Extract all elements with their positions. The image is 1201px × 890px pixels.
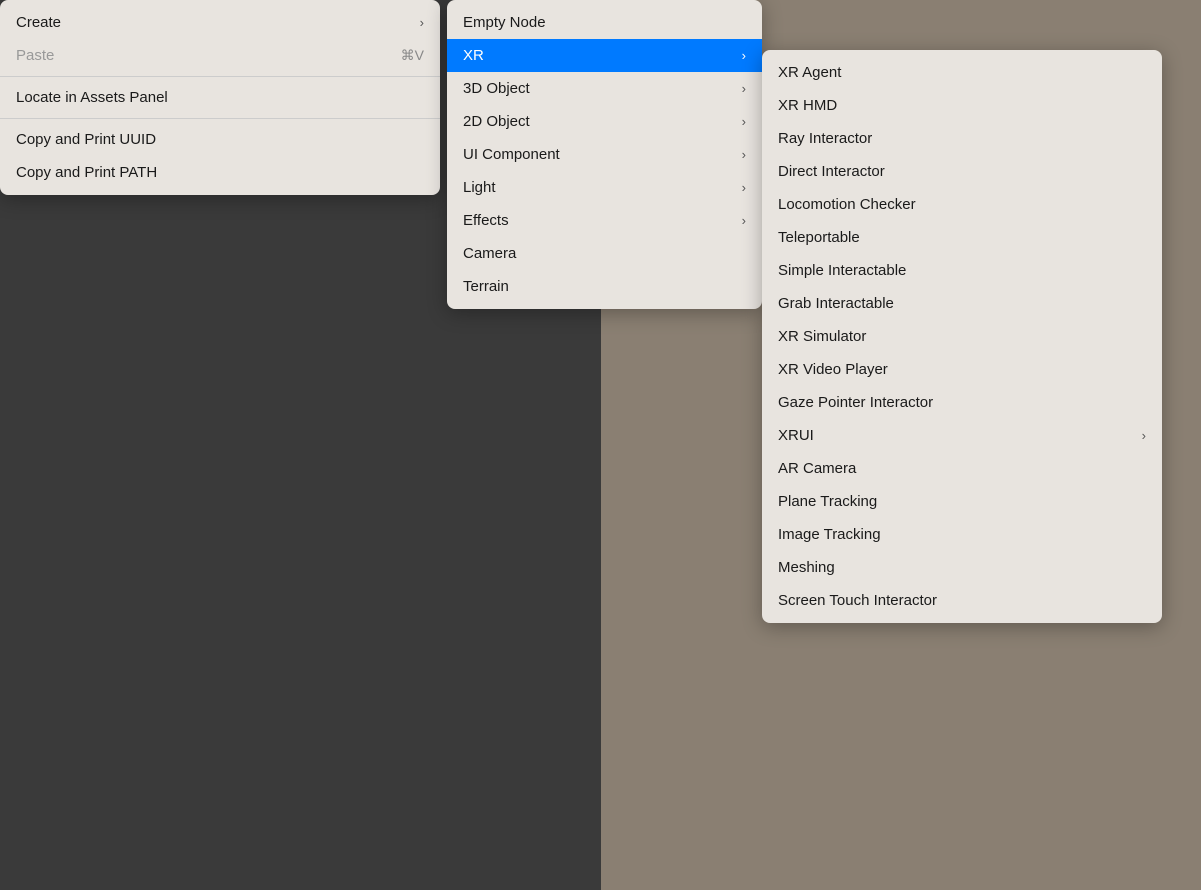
menu-item-terrain[interactable]: Terrain [447,270,762,303]
menu-item-ray-interactor[interactable]: Ray Interactor [762,122,1162,155]
menu-item-xr-hmd[interactable]: XR HMD [762,89,1162,122]
menu-item-light[interactable]: Light › [447,171,762,204]
menu-item-ray-interactor-label: Ray Interactor [778,130,872,147]
context-menu-create: Create › Paste ⌘V Locate in Assets Panel… [0,0,440,195]
menu-item-paste-label: Paste [16,47,54,64]
chevron-right-icon-2d: › [742,114,746,129]
menu-item-xrui[interactable]: XRUI › [762,419,1162,452]
chevron-right-icon-light: › [742,180,746,195]
menu-item-xr[interactable]: XR › [447,39,762,72]
menu-item-xr-simulator-label: XR Simulator [778,328,866,345]
menu-item-copy-path-label: Copy and Print PATH [16,164,157,181]
menu-item-copy-path[interactable]: Copy and Print PATH [0,156,440,189]
paste-shortcut: ⌘V [401,47,424,64]
menu-item-camera[interactable]: Camera [447,237,762,270]
menu-item-empty-node[interactable]: Empty Node [447,6,762,39]
menu-item-meshing-label: Meshing [778,559,835,576]
menu-item-2d-object[interactable]: 2D Object › [447,105,762,138]
menu-item-plane-tracking[interactable]: Plane Tracking [762,485,1162,518]
menu-item-empty-node-label: Empty Node [463,14,546,31]
menu-item-grab-interactable[interactable]: Grab Interactable [762,287,1162,320]
menu-item-ui-component-label: UI Component [463,146,560,163]
menu-item-image-tracking[interactable]: Image Tracking [762,518,1162,551]
menu-item-copy-uuid[interactable]: Copy and Print UUID [0,123,440,156]
menu-item-xrui-label: XRUI [778,427,814,444]
context-menu-xr: XR Agent XR HMD Ray Interactor Direct In… [762,50,1162,623]
menu-item-xr-agent-label: XR Agent [778,64,841,81]
menu-item-screen-touch-interactor-label: Screen Touch Interactor [778,592,937,609]
menu-item-grab-interactable-label: Grab Interactable [778,295,894,312]
chevron-right-icon-ui: › [742,147,746,162]
menu-item-xr-agent[interactable]: XR Agent [762,56,1162,89]
chevron-right-icon: › [420,15,424,30]
menu-item-xr-simulator[interactable]: XR Simulator [762,320,1162,353]
menu-item-2d-object-label: 2D Object [463,113,530,130]
menu-item-direct-interactor-label: Direct Interactor [778,163,885,180]
menu-item-direct-interactor[interactable]: Direct Interactor [762,155,1162,188]
menu-item-simple-interactable[interactable]: Simple Interactable [762,254,1162,287]
menu-item-ar-camera-label: AR Camera [778,460,856,477]
menu-item-locate-assets[interactable]: Locate in Assets Panel [0,81,440,114]
menu-item-xr-video-player-label: XR Video Player [778,361,888,378]
menu-item-xr-label: XR [463,47,484,64]
chevron-right-icon-xrui: › [1142,428,1146,443]
menu-item-locate-assets-label: Locate in Assets Panel [16,89,168,106]
menu-item-simple-interactable-label: Simple Interactable [778,262,906,279]
menu-item-3d-object-label: 3D Object [463,80,530,97]
menu-item-create-label: Create [16,14,61,31]
menu-item-ui-component[interactable]: UI Component › [447,138,762,171]
menu-item-gaze-pointer-interactor-label: Gaze Pointer Interactor [778,394,933,411]
menu-item-gaze-pointer-interactor[interactable]: Gaze Pointer Interactor [762,386,1162,419]
chevron-right-icon-3d: › [742,81,746,96]
chevron-right-icon-effects: › [742,213,746,228]
menu-item-effects[interactable]: Effects › [447,204,762,237]
menu-item-ar-camera[interactable]: AR Camera [762,452,1162,485]
menu-item-locomotion-checker[interactable]: Locomotion Checker [762,188,1162,221]
menu-item-effects-label: Effects [463,212,509,229]
menu-item-image-tracking-label: Image Tracking [778,526,881,543]
menu-item-copy-uuid-label: Copy and Print UUID [16,131,156,148]
menu-item-teleportable-label: Teleportable [778,229,860,246]
menu-item-light-label: Light [463,179,496,196]
menu-item-xr-hmd-label: XR HMD [778,97,837,114]
menu-item-plane-tracking-label: Plane Tracking [778,493,877,510]
menu-item-terrain-label: Terrain [463,278,509,295]
context-menu-nodes: Empty Node XR › 3D Object › 2D Object › … [447,0,762,309]
menu-item-create[interactable]: Create › [0,6,440,39]
menu-item-meshing[interactable]: Meshing [762,551,1162,584]
menu-item-screen-touch-interactor[interactable]: Screen Touch Interactor [762,584,1162,617]
menu-item-locomotion-checker-label: Locomotion Checker [778,196,916,213]
menu-item-paste[interactable]: Paste ⌘V [0,39,440,72]
chevron-right-icon-xr: › [742,48,746,63]
separator-1 [0,76,440,77]
separator-2 [0,118,440,119]
menu-item-teleportable[interactable]: Teleportable [762,221,1162,254]
menu-item-camera-label: Camera [463,245,516,262]
menu-item-3d-object[interactable]: 3D Object › [447,72,762,105]
menu-item-xr-video-player[interactable]: XR Video Player [762,353,1162,386]
